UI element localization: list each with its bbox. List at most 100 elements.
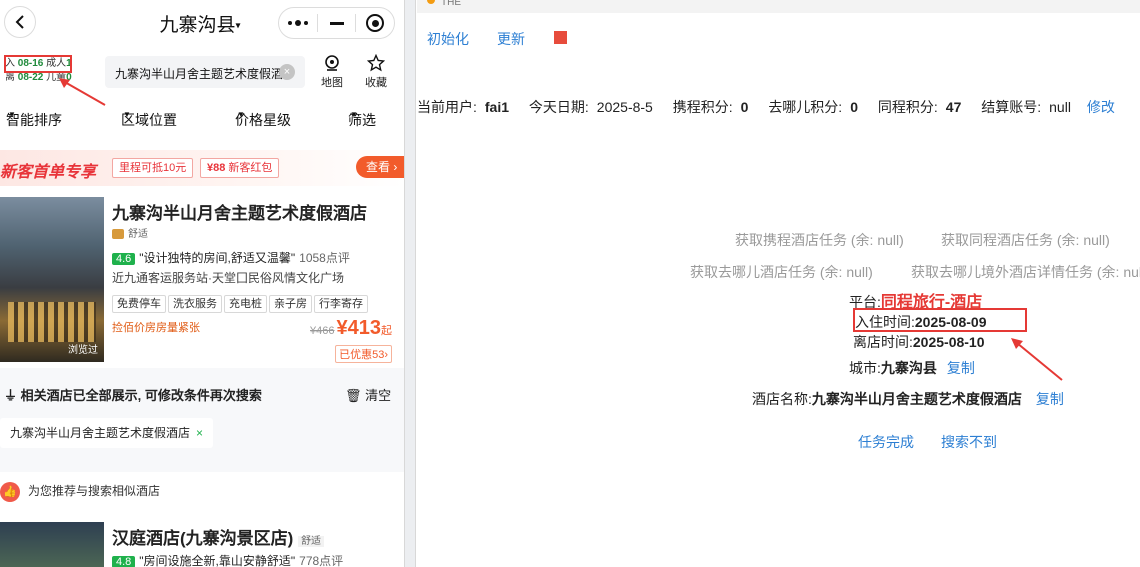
annotation-box-checkin (4, 55, 72, 73)
mobile-app: 九寨沟县▾ 入 08-16 成人1 离 08-22 儿童0 九寨沟半山月舍主题艺… (0, 0, 404, 567)
map-button[interactable]: 地图 (312, 54, 352, 90)
thumb-icon (112, 229, 124, 240)
checkout-value: 2025-08-10 (912, 334, 985, 350)
mini-program-capsule (278, 7, 395, 39)
promo-view-button[interactable]: 查看 › (356, 156, 404, 178)
recommend-label: 为您推荐与搜索相似酒店 (28, 484, 161, 499)
clear-label: 清空 (365, 388, 392, 403)
more-button[interactable] (279, 8, 317, 38)
notice-text: ⏚ 相关酒店已全部展示, 可修改条件再次搜索 (4, 385, 262, 404)
panel-divider[interactable] (404, 0, 416, 567)
promo-tag-mileage: 里程可抵10元 (112, 158, 194, 178)
notice-label: 相关酒店已全部展示, 可修改条件再次搜索 (20, 388, 262, 403)
checkout-row: 离店时间:2025-08-10 (853, 332, 985, 352)
search-notice: ⏚ 相关酒店已全部展示, 可修改条件再次搜索 🗑 清空 九寨沟半山月舍主题艺术度… (0, 368, 404, 472)
qunar-points-label: 去哪儿积分: (768, 99, 843, 115)
discount-label: 已优惠53 (339, 349, 385, 361)
current-price: ¥413 (336, 317, 382, 339)
user-value: fai1 (484, 99, 510, 115)
map-label: 地图 (321, 77, 343, 89)
target-icon (366, 14, 385, 32)
city-label: 城市: (849, 360, 881, 376)
thumb-up-icon: 👍 (0, 482, 20, 502)
qunar-points: 0 (850, 99, 858, 115)
review-count: 1058点评 (299, 251, 350, 265)
caret-down-icon: ▾ (235, 20, 241, 32)
copy-hotel-link[interactable]: 复制 (1036, 391, 1064, 407)
get-tongcheng-task-button[interactable]: 获取同程酒店任务 (余: null) (941, 230, 1110, 250)
hotel-value: 九寨沟半山月舍主题艺术度假酒店 (811, 391, 1022, 407)
minimize-button[interactable] (318, 8, 356, 38)
account-label: 结算账号: (981, 99, 1042, 115)
keyword-label: 九寨沟半山月舍主题艺术度假酒店 (10, 426, 191, 440)
hotel-name-2-label: 汉庭酒店(九寨沟景区店) (112, 529, 294, 548)
discount-badge: 已优惠53› (335, 345, 392, 363)
stop-button[interactable] (554, 31, 567, 44)
facility-chip: 亲子房 (269, 295, 312, 313)
favorite-label: 收藏 (365, 77, 387, 89)
status-dot (427, 0, 435, 4)
update-button[interactable]: 更新 (497, 29, 525, 49)
city-selector[interactable]: 九寨沟县▾ (140, 10, 260, 37)
hotel-label: 酒店名称: (752, 391, 812, 407)
coupon-text: 新客红包 (228, 162, 273, 174)
hotel-location: 近九通客运服务站·天堂囗民俗风情文化广场 (112, 271, 344, 285)
ctrip-points-label: 携程积分: (672, 99, 733, 115)
price-suffix: 起 (381, 325, 392, 337)
keyword-chip[interactable]: 九寨沟半山月舍主题艺术度假酒店 × (0, 418, 214, 448)
task-panel: THE 初始化 更新 当前用户: fai1 今天日期: 2025-8-5 携程积分:… (417, 0, 1140, 567)
checkout-label: 离店时间: (853, 334, 913, 350)
hotel-score-2: 4.8 (112, 556, 136, 567)
promo-tag-coupon: ¥88 新客红包 (200, 158, 280, 178)
star-icon (367, 54, 385, 72)
get-qunar-task-button[interactable]: 获取去哪儿酒店任务 (余: null) (690, 262, 873, 282)
chevron-left-icon (15, 15, 24, 29)
checkout-label: 离 (5, 72, 15, 83)
hotel-photo: 浏览过 (0, 197, 104, 362)
facility-chip: 充电桩 (224, 295, 267, 313)
close-app-button[interactable] (356, 8, 394, 38)
search-text: 九寨沟半山月舍主题艺术度假酒店 (115, 67, 283, 81)
map-pin-icon (325, 55, 339, 71)
clear-icon[interactable]: × (279, 64, 295, 80)
hotel-level-label: 舒适 (128, 229, 148, 240)
remove-keyword-icon[interactable]: × (196, 426, 203, 440)
hotel-level: 舒适 (112, 225, 148, 240)
recommend-header: 👍 为您推荐与搜索相似酒店 (0, 482, 160, 502)
review-count-2: 778点评 (299, 554, 344, 567)
user-info: 当前用户: fai1 今天日期: 2025-8-5 携程积分: 0 去哪儿积分: 0 同… (417, 97, 1115, 117)
hotel-review-2: 4.8 "房间设施全新,靠山安静舒适" 778点评 (112, 552, 343, 567)
hotel-card-2[interactable]: 汉庭酒店(九寨沟景区店) 舒适 4.8 "房间设施全新,靠山安静舒适" 778点评 (0, 522, 404, 567)
tongcheng-points-label: 同程积分: (877, 99, 938, 115)
panel-header: THE (417, 0, 1140, 13)
init-button[interactable]: 初始化 (427, 29, 469, 49)
city-title: 九寨沟县 (159, 15, 236, 36)
favorite-button[interactable]: 收藏 (356, 54, 396, 90)
city-row: 城市:九寨沟县 复制 (849, 358, 975, 378)
hotel-score: 4.6 (112, 253, 136, 265)
promo-view-label: 查看 (366, 160, 391, 174)
trash-icon: 🗑 (345, 388, 362, 403)
task-done-button[interactable]: 任务完成 (858, 432, 914, 452)
tongcheng-points: 47 (945, 99, 962, 115)
annotation-box-checkin (853, 308, 1027, 332)
checkout-date: 08-22 (17, 72, 44, 83)
get-qunar-overseas-task-button[interactable]: 获取去哪儿境外酒店详情任务 (余: null) (911, 262, 1140, 282)
city-value: 九寨沟县 (880, 360, 937, 376)
screen: 九寨沟县▾ 入 08-16 成人1 离 08-22 儿童0 九寨沟半山月舍主题艺… (0, 0, 1140, 567)
clear-button[interactable]: 🗑 清空 (345, 385, 391, 404)
promo-title: 新客首单专享 (0, 164, 97, 181)
edit-account-link[interactable]: 修改 (1087, 99, 1115, 115)
get-ctrip-task-button[interactable]: 获取携程酒店任务 (余: null) (735, 230, 904, 250)
not-found-button[interactable]: 搜索不到 (941, 432, 997, 452)
hotel-level-2: 舒适 (298, 536, 325, 547)
minus-icon (329, 21, 344, 25)
hotel-photo-2 (0, 522, 104, 567)
back-button[interactable] (4, 6, 36, 38)
search-input[interactable]: 九寨沟半山月舍主题艺术度假酒店 × (105, 56, 305, 88)
hotel-card[interactable]: 浏览过 九寨沟半山月舍主题艺术度假酒店 舒适 4.6 "设计独特的房间,舒适又温馨… (0, 197, 404, 367)
copy-city-link[interactable]: 复制 (947, 360, 975, 376)
date-value: 2025-8-5 (596, 99, 653, 115)
user-label: 当前用户: (417, 99, 477, 115)
account-value: null (1049, 99, 1071, 115)
